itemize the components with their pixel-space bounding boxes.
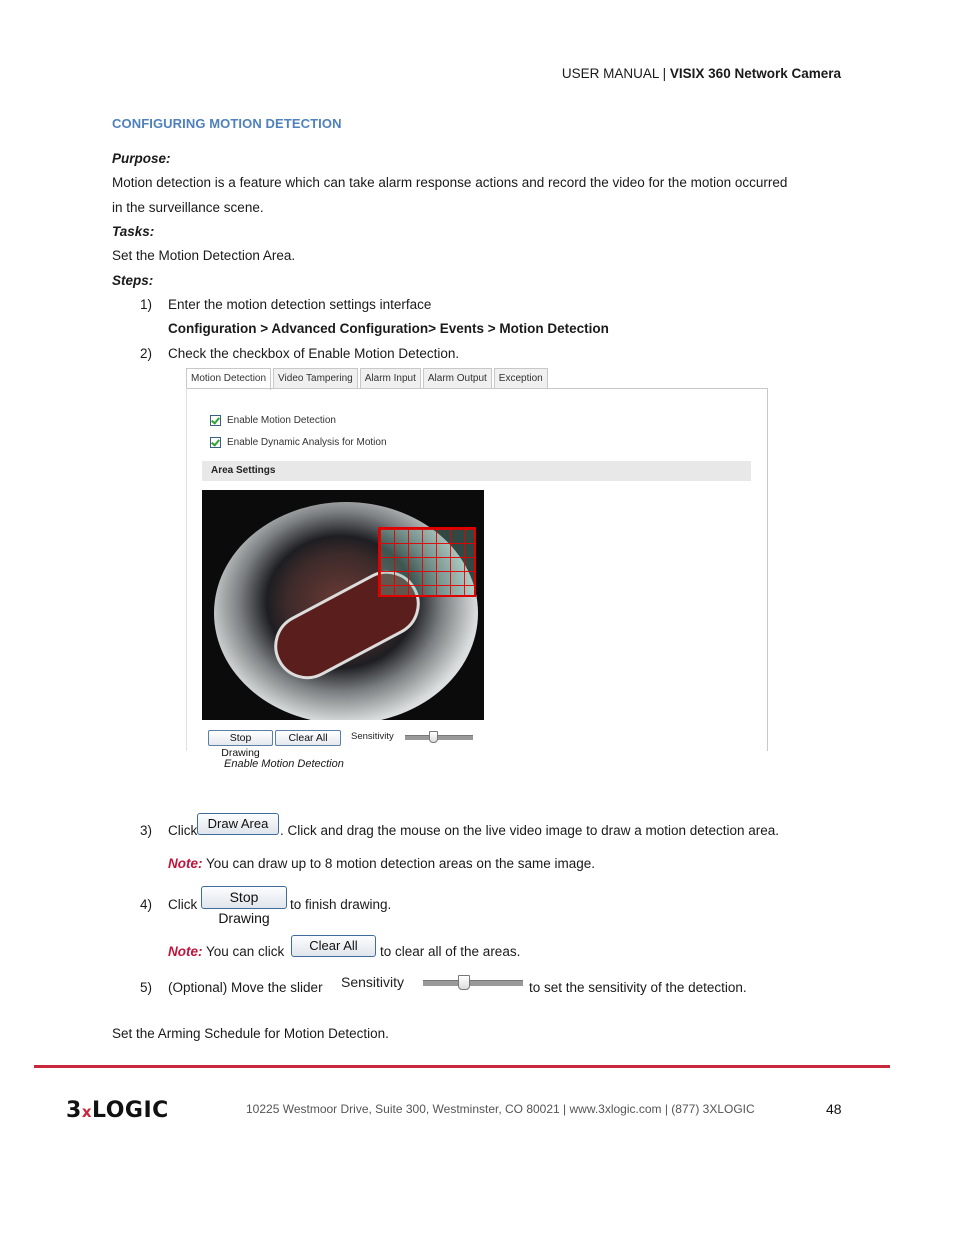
tab-exception[interactable]: Exception xyxy=(493,368,548,388)
step-1-text: Enter the motion detection settings inte… xyxy=(168,297,432,312)
logo-x: x xyxy=(81,1103,92,1121)
note-pre: You can click xyxy=(202,944,285,959)
purpose-text-line2: in the surveillance scene. xyxy=(112,200,264,215)
tab-alarm-input[interactable]: Alarm Input xyxy=(359,368,421,388)
manual-label: USER MANUAL xyxy=(561,66,659,81)
step-2-text: Check the checkbox of Enable Motion Dete… xyxy=(168,346,460,361)
figure-caption: Enable Motion Detection xyxy=(224,758,344,770)
enable-motion-detection-checkbox[interactable] xyxy=(210,415,221,426)
step-1-menu-path: Configuration > Advanced Configuration> … xyxy=(168,321,609,336)
product-name: VISIX 360 Network Camera xyxy=(669,66,841,81)
note-text: You can draw up to 8 motion detection ar… xyxy=(202,856,596,871)
enable-motion-detection-row[interactable]: Enable Motion Detection xyxy=(210,415,336,426)
tasks-text: Set the Motion Detection Area. xyxy=(112,248,296,263)
motion-detection-grid[interactable] xyxy=(378,527,476,597)
logo-3: 3 xyxy=(66,1098,82,1123)
note-label: Note: xyxy=(168,944,203,959)
inline-sensitivity-label: Sensitivity xyxy=(341,974,405,990)
inline-sensitivity-slider-thumb[interactable] xyxy=(458,975,470,990)
footer-address: 10225 Westmoor Drive, Suite 300, Westmin… xyxy=(246,1102,755,1116)
step-1-number: 1) xyxy=(140,297,153,312)
area-settings-header: Area Settings xyxy=(202,461,751,481)
note-label: Note: xyxy=(168,856,203,871)
step-3-note: Note: You can draw up to 8 motion detect… xyxy=(168,855,595,872)
tab-alarm-output[interactable]: Alarm Output xyxy=(422,368,492,388)
section-title: CONFIGURING MOTION DETECTION xyxy=(112,116,342,131)
live-video-view[interactable] xyxy=(202,490,484,720)
step-5-number: 5) xyxy=(140,980,153,995)
step-4-number: 4) xyxy=(140,897,153,912)
enable-dynamic-analysis-label: Enable Dynamic Analysis for Motion xyxy=(227,437,387,448)
footer-divider xyxy=(34,1065,890,1068)
clear-all-inline-button[interactable]: Clear All xyxy=(291,935,376,957)
step-3-number: 3) xyxy=(140,823,153,838)
logo-logic: LOGIC xyxy=(92,1098,169,1123)
step-5-pre: (Optional) Move the slider xyxy=(168,980,323,995)
clear-all-button[interactable]: Clear All xyxy=(275,730,341,746)
purpose-text-line1: Motion detection is a feature which can … xyxy=(112,175,788,190)
stop-drawing-button[interactable]: Stop Drawing xyxy=(208,730,273,759)
step-4-note-post: to clear all of the areas. xyxy=(380,944,521,959)
steps-label: Steps: xyxy=(112,273,154,288)
step-5-post: to set the sensitivity of the detection. xyxy=(529,980,747,995)
purpose-label: Purpose: xyxy=(112,151,171,166)
tab-content: Enable Motion Detection Enable Dynamic A… xyxy=(186,388,768,759)
step-3-pre: Click xyxy=(168,823,198,838)
company-logo: 3xLOGIC xyxy=(66,1098,169,1123)
draw-area-button[interactable]: Draw Area xyxy=(197,813,279,835)
step-4-post: to finish drawing. xyxy=(290,897,392,912)
tab-motion-detection[interactable]: Motion Detection xyxy=(186,368,272,390)
sensitivity-slider[interactable] xyxy=(405,731,473,743)
step-2-number: 2) xyxy=(140,346,153,361)
closing-text: Set the Arming Schedule for Motion Detec… xyxy=(112,1026,389,1041)
tasks-label: Tasks: xyxy=(112,224,155,239)
sensitivity-label: Sensitivity xyxy=(351,731,394,742)
page-number: 48 xyxy=(826,1101,842,1117)
stop-drawing-inline-button[interactable]: Stop Drawing xyxy=(201,886,287,926)
header-separator: | xyxy=(662,66,667,81)
event-tabs: Motion Detection Video Tampering Alarm I… xyxy=(186,368,550,390)
tab-video-tampering[interactable]: Video Tampering xyxy=(273,368,358,388)
step-4-pre: Click xyxy=(168,897,198,912)
sensitivity-slider-thumb[interactable] xyxy=(429,731,438,743)
page-header: USER MANUAL | VISIX 360 Network Camera xyxy=(0,66,841,81)
inline-sensitivity-slider[interactable] xyxy=(423,975,523,990)
step-3-post: . Click and drag the mouse on the live v… xyxy=(280,823,780,838)
step-4-note: Note: You can click xyxy=(168,943,284,960)
enable-motion-detection-label: Enable Motion Detection xyxy=(227,415,336,426)
enable-dynamic-analysis-checkbox[interactable] xyxy=(210,437,221,448)
enable-dynamic-analysis-row[interactable]: Enable Dynamic Analysis for Motion xyxy=(210,437,387,448)
motion-detection-screenshot: Motion Detection Video Tampering Alarm I… xyxy=(186,368,768,759)
